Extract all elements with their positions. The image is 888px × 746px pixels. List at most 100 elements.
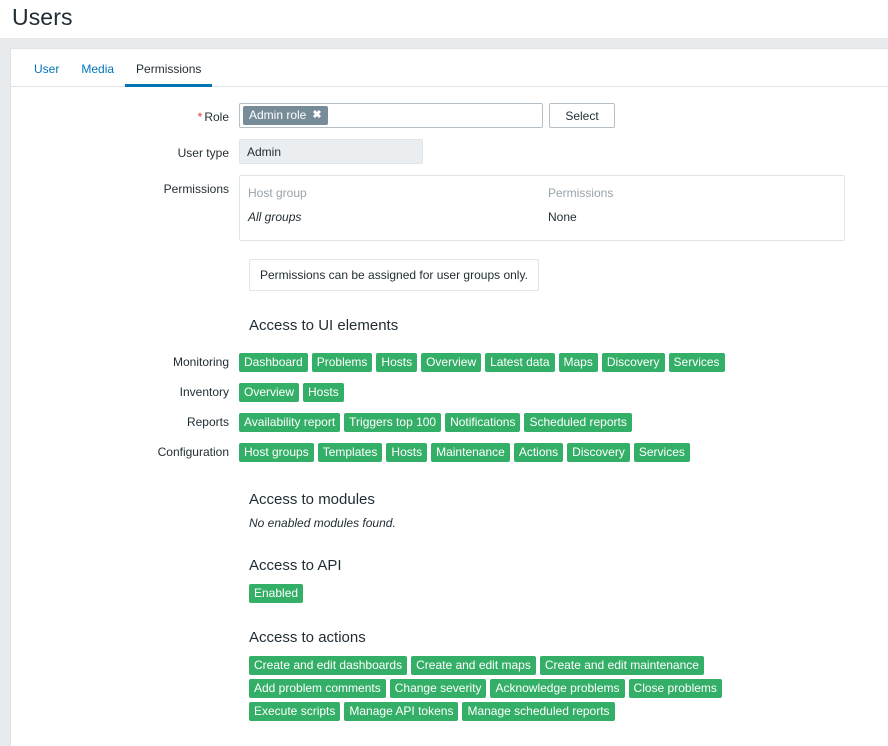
action-tag-change-severity: Change severity [389, 679, 487, 698]
actions-tag-row-2: Add problem comments Change severity Ack… [249, 679, 888, 698]
role-chip[interactable]: Admin role ✖ [243, 106, 328, 125]
ui-elements-heading: Access to UI elements [249, 317, 399, 334]
ui-tag-scheduled-reports: Scheduled reports [524, 413, 632, 432]
ui-tag-inventory-hosts: Hosts [303, 383, 344, 402]
action-tag-add-problem-comments: Add problem comments [249, 679, 386, 698]
form-row-permissions: Permissions Host group Permissions All g… [11, 175, 888, 241]
permissions-label: Permissions [163, 182, 229, 196]
action-tag-manage-api-tokens: Manage API tokens [344, 702, 459, 721]
ui-tag-config-discovery: Discovery [567, 443, 630, 462]
page-header: Users [0, 0, 888, 38]
role-label-text: Role [204, 110, 229, 124]
reports-label: Reports [186, 415, 229, 429]
actions-section: Access to actions Create and edit dashbo… [11, 629, 888, 721]
actions-tag-row-1: Create and edit dashboards Create and ed… [249, 656, 888, 675]
action-tag-create-edit-dashboards: Create and edit dashboards [249, 656, 408, 675]
ui-tag-discovery: Discovery [601, 353, 665, 372]
select-role-button[interactable]: Select [549, 103, 615, 128]
form-row-reports: Reports Availability report Triggers top… [11, 413, 888, 432]
form-card: User Media Permissions * Role Admin role … [10, 48, 888, 746]
table-row: All groups None [248, 210, 836, 226]
configuration-label: Configuration [157, 445, 229, 459]
inventory-label: Inventory [179, 385, 229, 399]
inventory-tag-row: Overview Hosts [239, 383, 344, 402]
action-tag-manage-scheduled-reports: Manage scheduled reports [462, 702, 615, 721]
tab-user[interactable]: User [23, 62, 70, 86]
reports-field-group: Availability report Triggers top 100 Not… [239, 413, 888, 432]
configuration-field-group: Host groups Templates Hosts Maintenance … [239, 443, 888, 462]
required-marker: * [197, 110, 203, 124]
ui-tag-maintenance: Maintenance [431, 443, 510, 462]
page-title: Users [12, 4, 73, 30]
ui-tag-maps: Maps [558, 353, 598, 372]
action-tag-create-edit-maps: Create and edit maps [411, 656, 536, 675]
role-multiselect[interactable]: Admin role ✖ [239, 103, 543, 128]
actions-tag-lines: Create and edit dashboards Create and ed… [249, 656, 888, 721]
form-row-user-type: User type [11, 139, 888, 164]
column-header-host-group: Host group [248, 186, 307, 200]
ui-tag-services: Services [668, 353, 725, 372]
close-icon[interactable]: ✖ [312, 109, 321, 121]
form-row-inventory: Inventory Overview Hosts [11, 383, 888, 402]
monitoring-field-group: Dashboard Problems Hosts Overview Latest… [239, 353, 888, 372]
tab-media[interactable]: Media [70, 62, 125, 86]
modules-section: Access to modules No enabled modules fou… [11, 491, 888, 531]
action-tag-create-edit-maintenance: Create and edit maintenance [539, 656, 704, 675]
actions-heading: Access to actions [249, 629, 366, 646]
ui-tag-actions: Actions [513, 443, 564, 462]
action-tag-close-problems: Close problems [628, 679, 722, 698]
ui-tag-dashboard: Dashboard [239, 353, 308, 372]
tab-permissions[interactable]: Permissions [125, 62, 213, 87]
actions-tag-row-3: Execute scripts Manage API tokens Manage… [249, 702, 888, 721]
content-area: User Media Permissions * Role Admin role … [0, 38, 888, 746]
form-row-configuration: Configuration Host groups Templates Host… [11, 443, 888, 462]
ui-elements-heading-wrap: Access to UI elements [11, 317, 888, 335]
ui-tag-problems: Problems [311, 353, 373, 372]
reports-tag-row: Availability report Triggers top 100 Not… [239, 413, 632, 432]
column-header-permissions: Permissions [548, 186, 614, 200]
role-chip-label: Admin role [249, 108, 307, 122]
permissions-note-wrap: Permissions can be assigned for user gro… [11, 259, 888, 291]
ui-tag-notifications: Notifications [445, 413, 521, 432]
permissions-form: * Role Admin role ✖ Select User type Adm… [11, 87, 888, 721]
role-field-group: Admin role ✖ Select [239, 103, 888, 128]
user-type-field-group [239, 139, 888, 164]
modules-heading: Access to modules [249, 491, 375, 508]
api-heading: Access to API [249, 557, 342, 574]
cell-permission: None [548, 210, 577, 224]
action-tag-acknowledge-problems: Acknowledge problems [490, 679, 625, 698]
permissions-note: Permissions can be assigned for user gro… [249, 259, 539, 291]
ui-tag-templates: Templates [317, 443, 383, 462]
ui-tag-inventory-overview: Overview [239, 383, 300, 402]
table-header-row: Host group Permissions [248, 184, 836, 210]
configuration-tag-row: Host groups Templates Hosts Maintenance … [239, 443, 690, 462]
ui-tag-config-services: Services [633, 443, 690, 462]
ui-tag-overview: Overview [421, 353, 482, 372]
api-section: Access to API Enabled [11, 557, 888, 603]
monitoring-label: Monitoring [172, 355, 229, 369]
api-status-badge: Enabled [249, 584, 304, 603]
ui-tag-hosts: Hosts [376, 353, 418, 372]
permissions-field-group: Host group Permissions All groups None [239, 175, 888, 241]
form-row-monitoring: Monitoring Dashboard Problems Hosts Over… [11, 353, 888, 372]
tab-bar: User Media Permissions [11, 49, 888, 87]
role-label: * Role [11, 103, 239, 125]
ui-tag-config-hosts: Hosts [386, 443, 428, 462]
monitoring-tag-row: Dashboard Problems Hosts Overview Latest… [239, 353, 725, 372]
permissions-table: Host group Permissions All groups None [239, 175, 845, 241]
user-type-input [239, 139, 423, 164]
cell-host-group: All groups [248, 210, 302, 224]
ui-tag-availability-report: Availability report [239, 413, 341, 432]
ui-tag-host-groups: Host groups [239, 443, 314, 462]
inventory-field-group: Overview Hosts [239, 383, 888, 402]
action-tag-execute-scripts: Execute scripts [249, 702, 341, 721]
ui-tag-latest-data: Latest data [485, 353, 555, 372]
user-type-label: User type [177, 146, 229, 160]
form-row-role: * Role Admin role ✖ Select [11, 103, 888, 128]
